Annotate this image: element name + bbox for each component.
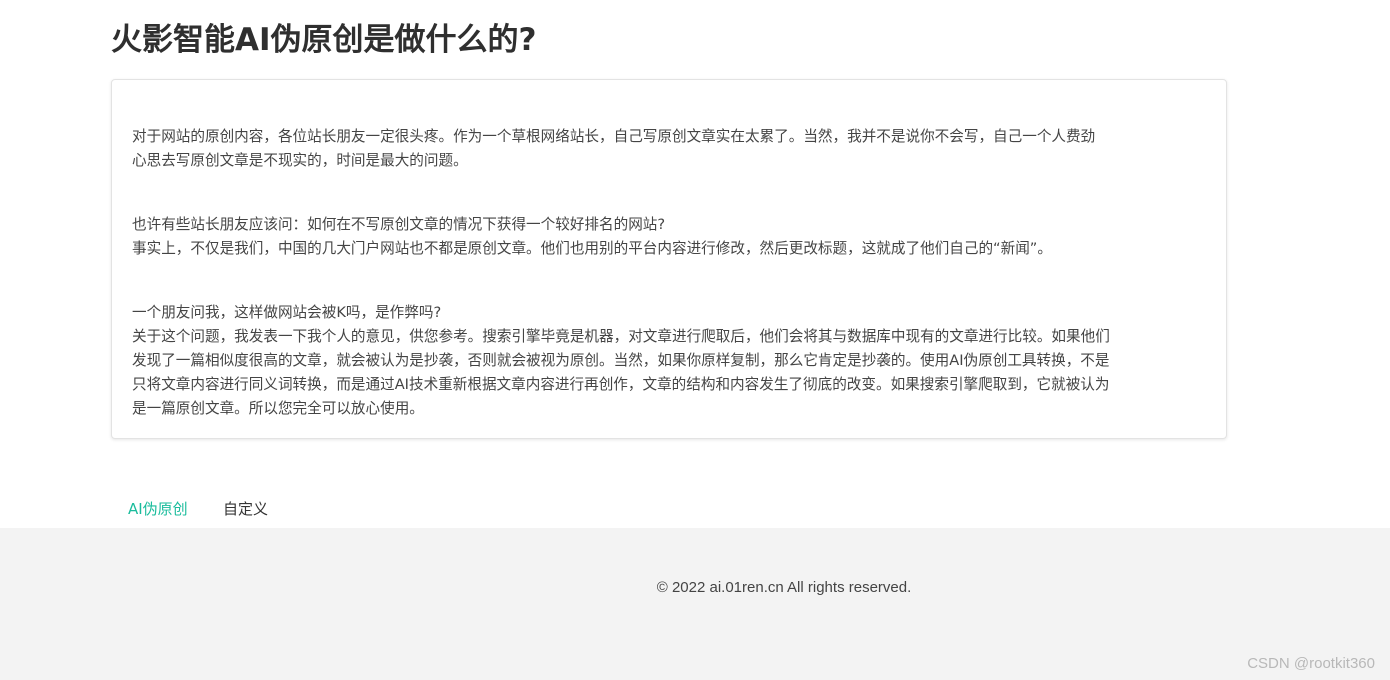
page-title: 火影智能AI伪原创是做什么的? xyxy=(111,22,537,58)
page: 火影智能AI伪原创是做什么的? 对于网站的原创内容，各位站长朋友一定很头疼。作为… xyxy=(0,0,1390,680)
article-card: 对于网站的原创内容，各位站长朋友一定很头疼。作为一个草根网络站长，自己写原创文章… xyxy=(111,79,1227,439)
paragraph-line: 也许有些站长朋友应该问：如何在不写原创文章的情况下获得一个较好排名的网站? xyxy=(132,216,666,233)
paragraph-line: 关于这个问题，我发表一下我个人的意见，供您参考。搜索引擎毕竟是机器，对文章进行爬… xyxy=(132,328,1110,345)
paragraph-line: 心思去写原创文章是不现实的，时间是最大的问题。 xyxy=(132,152,468,169)
tab-ai-rewrite[interactable]: AI伪原创 xyxy=(128,496,188,522)
paragraph-line: 一个朋友问我，这样做网站会被K吗，是作弊吗? xyxy=(132,304,442,321)
paragraph-line: 对于网站的原创内容，各位站长朋友一定很头疼。作为一个草根网络站长，自己写原创文章… xyxy=(132,128,1096,145)
article-paragraph-2: 也许有些站长朋友应该问：如何在不写原创文章的情况下获得一个较好排名的网站? 事实… xyxy=(132,213,1208,261)
csdn-watermark: CSDN @rootkit360 xyxy=(1247,655,1375,672)
article-paragraph-1: 对于网站的原创内容，各位站长朋友一定很头疼。作为一个草根网络站长，自己写原创文章… xyxy=(132,125,1208,173)
paragraph-line: 是一篇原创文章。所以您完全可以放心使用。 xyxy=(132,400,424,417)
copyright-text: © 2022 ai.01ren.cn All rights reserved. xyxy=(656,579,912,596)
paragraph-line: 只将文章内容进行同义词转换，而是通过AI技术重新根据文章内容进行再创作，文章的结… xyxy=(132,376,1110,393)
article-paragraph-3: 一个朋友问我，这样做网站会被K吗，是作弊吗? 关于这个问题，我发表一下我个人的意… xyxy=(132,301,1208,421)
paragraph-line: 发现了一篇相似度很高的文章，就会被认为是抄袭，否则就会被视为原创。当然，如果你原… xyxy=(132,352,1110,369)
footer: © 2022 ai.01ren.cn All rights reserved. … xyxy=(0,528,1390,680)
tab-custom[interactable]: 自定义 xyxy=(223,496,268,522)
paragraph-line: 事实上，不仅是我们，中国的几大门户网站也不都是原创文章。他们也用别的平台内容进行… xyxy=(132,240,1052,257)
